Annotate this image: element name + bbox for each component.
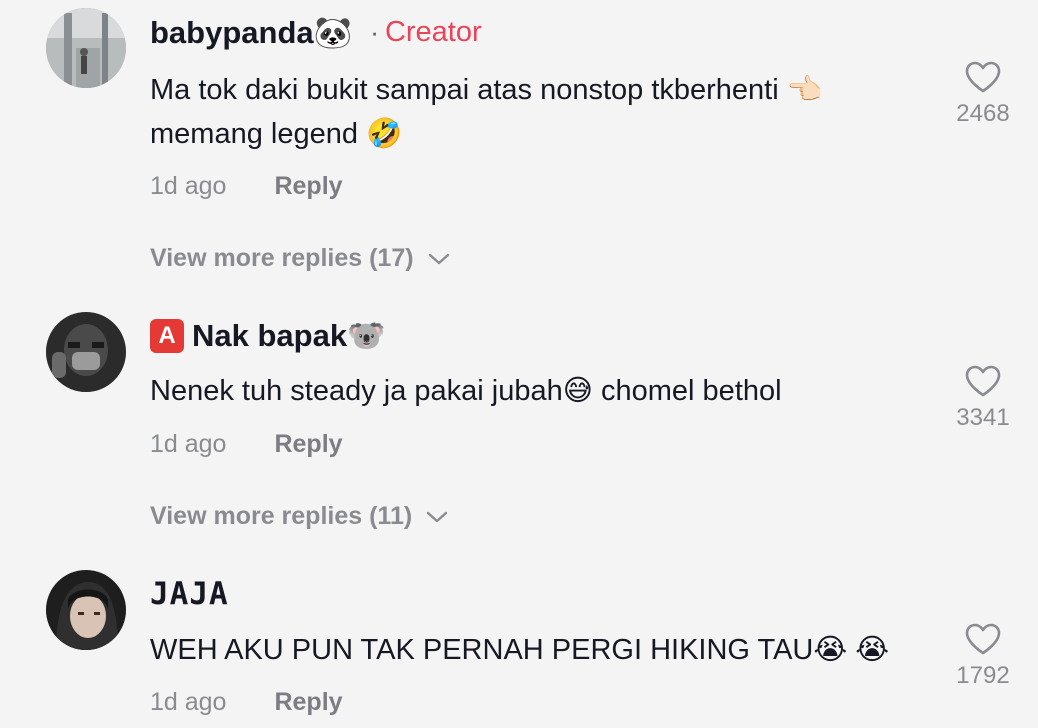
comment-2-reply-button[interactable]: Reply	[274, 430, 342, 459]
heart-icon[interactable]	[964, 622, 1002, 656]
comment-3-meta: 1d ago Reply	[150, 688, 343, 717]
view-more-label: View more replies (17)	[150, 244, 414, 272]
avatar-jaja[interactable]	[46, 570, 126, 650]
chevron-down-icon	[428, 253, 449, 264]
comment-1-header: babypanda 🐼 · Creator	[150, 14, 482, 52]
comment-2-header: A Nak bapak 🐨	[150, 317, 386, 354]
comment-3-reply-button[interactable]: Reply	[274, 688, 342, 717]
comment-1-text-line2: memang legend 🤣	[150, 118, 403, 150]
comment-1-text-line1: Ma tok daki bukit sampai atas nonstop tk…	[150, 74, 823, 106]
view-more-label: View more replies (11)	[150, 502, 413, 530]
comment-3-time: 1d ago	[150, 688, 227, 716]
avatar-nak-bapak[interactable]	[46, 312, 126, 392]
heart-icon[interactable]	[964, 364, 1002, 398]
comment-3-text: WEH AKU PUN TAK PERNAH PERGI HIKING TAU😭…	[150, 628, 910, 672]
comment-1-time: 1d ago	[150, 172, 227, 200]
comment-1-view-more-replies[interactable]: View more replies (17)	[150, 244, 450, 273]
comment-3-like[interactable]: 1792	[948, 622, 1018, 690]
comment-2-text-line1: Nenek tuh steady ja pakai jubah😅 chomel …	[150, 375, 782, 407]
comment-2-view-more-replies[interactable]: View more replies (11)	[150, 502, 448, 531]
heart-icon[interactable]	[964, 60, 1002, 94]
comment-2-like-count: 3341	[956, 404, 1010, 431]
separator-dot: ·	[370, 17, 379, 47]
comment-1-text: Ma tok daki bukit sampai atas nonstop tk…	[150, 68, 910, 156]
comment-2-meta: 1d ago Reply	[150, 430, 343, 459]
comment-3-text-line1: WEH AKU PUN TAK PERNAH PERGI HIKING TAU😭…	[150, 634, 890, 666]
a-button-emoji: A	[150, 318, 184, 353]
comment-1-like[interactable]: 2468	[948, 60, 1018, 128]
chevron-down-icon	[426, 511, 448, 522]
creator-badge: Creator	[384, 16, 482, 48]
comment-3-header: JAJA	[150, 576, 229, 612]
username-babypanda[interactable]: babypanda	[150, 15, 314, 51]
comment-1-like-count: 2468	[956, 100, 1010, 127]
comment-2-text: Nenek tuh steady ja pakai jubah😅 chomel …	[150, 369, 910, 413]
avatar-babypanda[interactable]	[46, 8, 126, 88]
username-nak-bapak[interactable]: Nak bapak	[192, 318, 347, 354]
comment-2-like[interactable]: 3341	[948, 364, 1018, 432]
panda-emoji: 🐼	[313, 15, 353, 51]
koala-emoji: 🐨	[347, 318, 386, 354]
username-jaja[interactable]: JAJA	[150, 576, 229, 612]
comment-2-time: 1d ago	[150, 430, 227, 458]
comment-3-like-count: 1792	[956, 662, 1010, 689]
comment-1-meta: 1d ago Reply	[150, 172, 343, 201]
comment-1-reply-button[interactable]: Reply	[274, 172, 342, 201]
